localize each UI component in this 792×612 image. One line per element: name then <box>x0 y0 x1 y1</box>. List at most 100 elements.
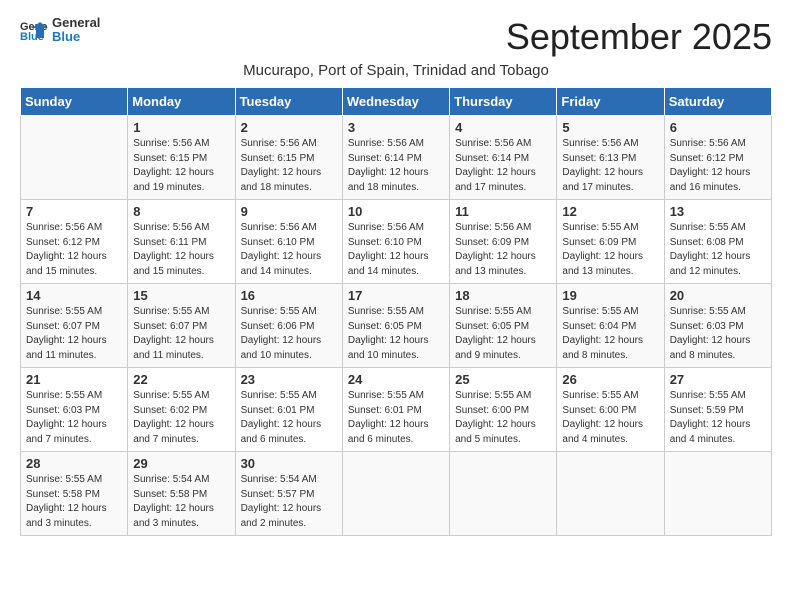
day-info: Sunrise: 5:55 AM Sunset: 6:04 PM Dayligh… <box>562 305 658 363</box>
day-info: Sunrise: 5:56 AM Sunset: 6:14 PM Dayligh… <box>455 137 551 195</box>
calendar-header-row: SundayMondayTuesdayWednesdayThursdayFrid… <box>21 88 772 116</box>
logo-line2: Blue <box>52 30 100 44</box>
calendar-cell: 8Sunrise: 5:56 AM Sunset: 6:11 PM Daylig… <box>128 200 235 284</box>
calendar-cell <box>21 116 128 200</box>
calendar-cell: 22 Sunrise: 5:55 AM Sunset: 6:02 PM Dayli… <box>128 368 235 452</box>
day-info: Sunrise: 5:55 AM Sunset: 6:07 PM Dayligh… <box>133 305 229 363</box>
calendar-cell: 9 Sunrise: 5:56 AM Sunset: 6:10 PM Daylig… <box>235 200 342 284</box>
day-info: Sunrise: 5:55 AM Sunset: 6:06 PM Dayligh… <box>241 305 337 363</box>
day-info: Sunrise: 5:56 AM Sunset: 6:12 PM Dayligh… <box>26 221 122 279</box>
day-info: Sunrise: 5:55 AM Sunset: 6:03 PM Dayligh… <box>670 305 766 363</box>
day-number: 9 <box>241 204 337 219</box>
day-number: 17 <box>348 288 444 303</box>
day-info: Sunrise: 5:55 AM Sunset: 6:01 PM Dayligh… <box>348 389 444 447</box>
day-header-wednesday: Wednesday <box>342 88 449 116</box>
calendar-cell: 23 Sunrise: 5:55 AM Sunset: 6:01 PM Dayli… <box>235 368 342 452</box>
logo-line1: General <box>52 16 100 30</box>
day-header-sunday: Sunday <box>21 88 128 116</box>
day-number: 5 <box>562 120 658 135</box>
day-info: Sunrise: 5:56 AM Sunset: 6:13 PM Dayligh… <box>562 137 658 195</box>
day-number: 22 <box>133 372 229 387</box>
day-info: Sunrise: 5:55 AM Sunset: 6:05 PM Dayligh… <box>348 305 444 363</box>
day-number: 12 <box>562 204 658 219</box>
day-info: Sunrise: 5:56 AM Sunset: 6:14 PM Dayligh… <box>348 137 444 195</box>
day-header-tuesday: Tuesday <box>235 88 342 116</box>
calendar-cell: 6 Sunrise: 5:56 AM Sunset: 6:12 PM Daylig… <box>664 116 771 200</box>
day-info: Sunrise: 5:56 AM Sunset: 6:10 PM Dayligh… <box>241 221 337 279</box>
header: General Blue General Blue September 2025 <box>20 16 772 58</box>
day-number: 28 <box>26 456 122 471</box>
calendar-cell: 5 Sunrise: 5:56 AM Sunset: 6:13 PM Daylig… <box>557 116 664 200</box>
calendar-cell: 13 Sunrise: 5:55 AM Sunset: 6:08 PM Dayli… <box>664 200 771 284</box>
day-number: 29 <box>133 456 229 471</box>
calendar-cell: 12 Sunrise: 5:55 AM Sunset: 6:09 PM Dayli… <box>557 200 664 284</box>
calendar-cell: 4Sunrise: 5:56 AM Sunset: 6:14 PM Daylig… <box>450 116 557 200</box>
day-header-thursday: Thursday <box>450 88 557 116</box>
day-header-monday: Monday <box>128 88 235 116</box>
day-info: Sunrise: 5:56 AM Sunset: 6:15 PM Dayligh… <box>241 137 337 195</box>
calendar-cell: 21 Sunrise: 5:55 AM Sunset: 6:03 PM Dayli… <box>21 368 128 452</box>
day-number: 24 <box>348 372 444 387</box>
logo-icon: General Blue <box>20 18 48 42</box>
calendar-cell: 24 Sunrise: 5:55 AM Sunset: 6:01 PM Dayli… <box>342 368 449 452</box>
day-info: Sunrise: 5:55 AM Sunset: 6:03 PM Dayligh… <box>26 389 122 447</box>
day-info: Sunrise: 5:55 AM Sunset: 6:09 PM Dayligh… <box>562 221 658 279</box>
day-info: Sunrise: 5:55 AM Sunset: 6:08 PM Dayligh… <box>670 221 766 279</box>
day-number: 2 <box>241 120 337 135</box>
logo: General Blue General Blue <box>20 16 100 45</box>
day-number: 27 <box>670 372 766 387</box>
month-title: September 2025 <box>506 16 772 58</box>
day-number: 30 <box>241 456 337 471</box>
calendar-cell <box>557 452 664 536</box>
day-info: Sunrise: 5:55 AM Sunset: 6:07 PM Dayligh… <box>26 305 122 363</box>
day-number: 16 <box>241 288 337 303</box>
calendar-cell: 18 Sunrise: 5:55 AM Sunset: 6:05 PM Dayli… <box>450 284 557 368</box>
day-info: Sunrise: 5:56 AM Sunset: 6:11 PM Dayligh… <box>133 221 229 279</box>
day-number: 18 <box>455 288 551 303</box>
day-info: Sunrise: 5:55 AM Sunset: 6:05 PM Dayligh… <box>455 305 551 363</box>
day-info: Sunrise: 5:54 AM Sunset: 5:58 PM Dayligh… <box>133 473 229 531</box>
day-number: 23 <box>241 372 337 387</box>
day-number: 6 <box>670 120 766 135</box>
day-info: Sunrise: 5:54 AM Sunset: 5:57 PM Dayligh… <box>241 473 337 531</box>
day-number: 19 <box>562 288 658 303</box>
day-number: 10 <box>348 204 444 219</box>
day-info: Sunrise: 5:55 AM Sunset: 6:01 PM Dayligh… <box>241 389 337 447</box>
calendar-cell: 25 Sunrise: 5:55 AM Sunset: 6:00 PM Dayli… <box>450 368 557 452</box>
day-number: 13 <box>670 204 766 219</box>
calendar-cell: 11 Sunrise: 5:56 AM Sunset: 6:09 PM Dayli… <box>450 200 557 284</box>
calendar-cell: 15 Sunrise: 5:55 AM Sunset: 6:07 PM Dayli… <box>128 284 235 368</box>
day-number: 3 <box>348 120 444 135</box>
calendar-cell <box>664 452 771 536</box>
calendar-table: SundayMondayTuesdayWednesdayThursdayFrid… <box>20 87 772 536</box>
week-row-2: 7Sunrise: 5:56 AM Sunset: 6:12 PM Daylig… <box>21 200 772 284</box>
calendar-cell: 14Sunrise: 5:55 AM Sunset: 6:07 PM Dayli… <box>21 284 128 368</box>
day-info: Sunrise: 5:55 AM Sunset: 6:00 PM Dayligh… <box>455 389 551 447</box>
week-row-1: 1 Sunrise: 5:56 AM Sunset: 6:15 PM Daylig… <box>21 116 772 200</box>
calendar-cell: 17 Sunrise: 5:55 AM Sunset: 6:05 PM Dayli… <box>342 284 449 368</box>
day-number: 21 <box>26 372 122 387</box>
day-info: Sunrise: 5:55 AM Sunset: 6:02 PM Dayligh… <box>133 389 229 447</box>
day-number: 26 <box>562 372 658 387</box>
calendar-body: 1 Sunrise: 5:56 AM Sunset: 6:15 PM Daylig… <box>21 116 772 536</box>
calendar-cell: 2 Sunrise: 5:56 AM Sunset: 6:15 PM Daylig… <box>235 116 342 200</box>
calendar-cell: 20 Sunrise: 5:55 AM Sunset: 6:03 PM Dayli… <box>664 284 771 368</box>
calendar-cell <box>450 452 557 536</box>
calendar-cell: 1Sunrise: 5:56 AM Sunset: 6:15 PM Daylig… <box>128 116 235 200</box>
calendar-cell <box>342 452 449 536</box>
week-row-4: 21 Sunrise: 5:55 AM Sunset: 6:03 PM Dayli… <box>21 368 772 452</box>
calendar-cell: 16 Sunrise: 5:55 AM Sunset: 6:06 PM Dayli… <box>235 284 342 368</box>
calendar-cell: 29 Sunrise: 5:54 AM Sunset: 5:58 PM Dayli… <box>128 452 235 536</box>
calendar-cell: 3 Sunrise: 5:56 AM Sunset: 6:14 PM Daylig… <box>342 116 449 200</box>
calendar-cell: 27 Sunrise: 5:55 AM Sunset: 5:59 PM Dayli… <box>664 368 771 452</box>
day-number: 15 <box>133 288 229 303</box>
day-number: 1 <box>133 120 229 135</box>
day-info: Sunrise: 5:56 AM Sunset: 6:12 PM Dayligh… <box>670 137 766 195</box>
day-number: 11 <box>455 204 551 219</box>
day-number: 25 <box>455 372 551 387</box>
calendar-cell: 7Sunrise: 5:56 AM Sunset: 6:12 PM Daylig… <box>21 200 128 284</box>
calendar-cell: 19 Sunrise: 5:55 AM Sunset: 6:04 PM Dayli… <box>557 284 664 368</box>
day-info: Sunrise: 5:55 AM Sunset: 5:59 PM Dayligh… <box>670 389 766 447</box>
day-number: 20 <box>670 288 766 303</box>
day-info: Sunrise: 5:56 AM Sunset: 6:09 PM Dayligh… <box>455 221 551 279</box>
